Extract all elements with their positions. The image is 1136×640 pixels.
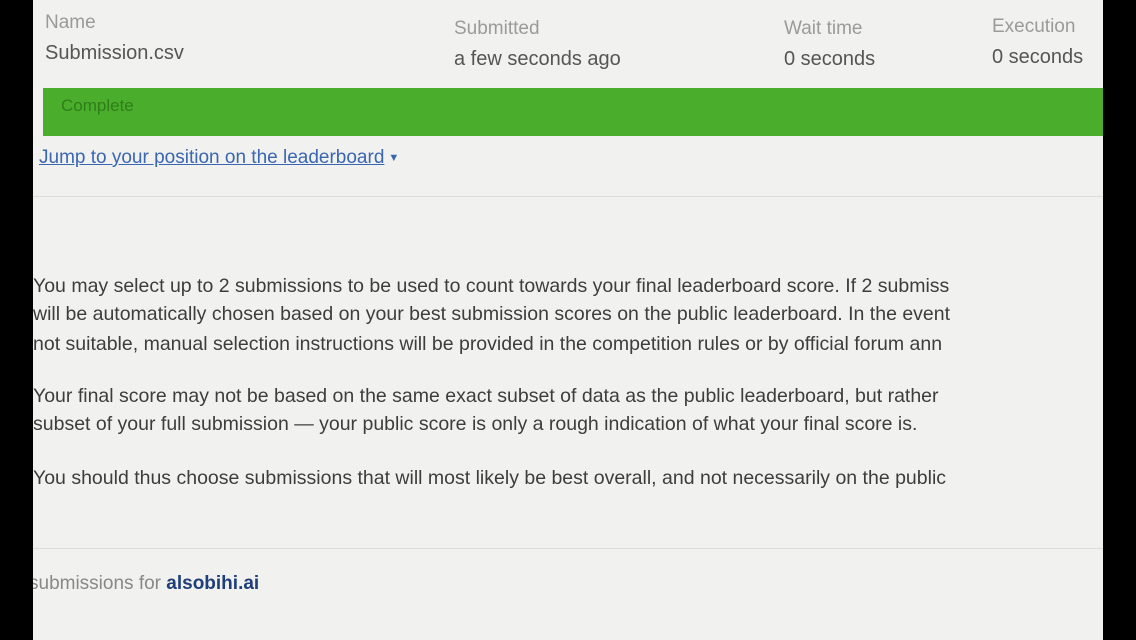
- info-paragraph-3-line-1: You should thus choose submissions that …: [33, 467, 947, 489]
- jump-to-leaderboard-label: Jump to your position on the leaderboard: [39, 147, 385, 168]
- submitted-time-value: a few seconds ago: [454, 48, 621, 70]
- column-header-name: Name: [45, 12, 96, 33]
- info-paragraph-1-line-1: You may select up to 2 submissions to be…: [33, 275, 950, 297]
- browser-viewport: Name Submission.csv Submitted a few seco…: [33, 0, 1103, 640]
- status-bar-complete: Complete: [43, 88, 1103, 136]
- submissions-heading: submissions for alsobihi.ai: [33, 573, 259, 595]
- submission-file-name[interactable]: Submission.csv: [45, 42, 184, 65]
- info-paragraph-1-line-3: not suitable, manual selection instructi…: [33, 333, 943, 355]
- info-paragraph-2-line-1: Your final score may not be based on the…: [33, 385, 939, 407]
- username-link[interactable]: alsobihi.ai: [166, 573, 259, 594]
- info-paragraph-2-line-2: subset of your full submission — your pu…: [33, 413, 918, 435]
- column-header-execution: Execution: [992, 16, 1076, 37]
- column-header-submitted: Submitted: [454, 18, 540, 39]
- caret-down-icon: ▼: [388, 151, 400, 164]
- column-header-wait-time: Wait time: [784, 18, 863, 39]
- section-divider: [33, 548, 1103, 549]
- wait-time-value: 0 seconds: [784, 48, 876, 70]
- status-label: Complete: [61, 96, 134, 115]
- info-paragraph-1-line-2: will be automatically chosen based on yo…: [33, 303, 951, 325]
- jump-to-leaderboard-link[interactable]: Jump to your position on the leaderboard…: [39, 147, 399, 169]
- submissions-heading-prefix: submissions for: [33, 573, 161, 594]
- execution-time-value: 0 seconds: [992, 46, 1084, 68]
- section-divider: [33, 196, 1103, 197]
